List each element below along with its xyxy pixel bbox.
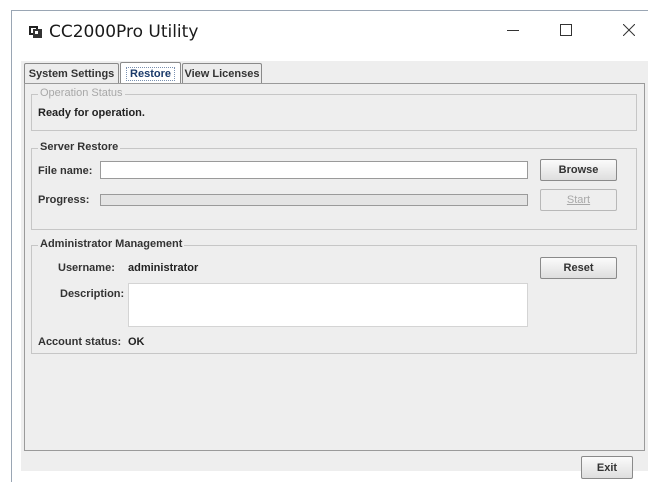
exit-button[interactable]: Exit [581,456,633,479]
tab-restore[interactable]: Restore [120,62,181,84]
file-name-label: File name: [38,165,93,177]
reset-button-label: Reset [563,262,594,274]
maximize-icon [560,23,572,41]
tab-label: System Settings [28,67,115,80]
tab-label: Restore [126,66,175,81]
operation-status-group: Operation Status Ready for operation. [31,87,637,131]
start-button[interactable]: Start [540,189,617,211]
description-label: Description: [60,288,125,300]
app-window: CC2000Pro Utility System Settings Restor… [11,10,648,482]
progress-label: Progress: [38,194,90,206]
client-area: System Settings Restore View Licenses Op… [21,61,648,479]
admin-management-legend: Administrator Management [38,238,185,250]
username-label: Username: [58,262,115,274]
tab-view-licenses[interactable]: View Licenses [182,63,262,83]
reset-button[interactable]: Reset [540,257,617,279]
server-restore-legend: Server Restore [38,141,121,153]
minimize-button[interactable] [490,15,536,49]
operation-status-legend: Operation Status [38,87,125,99]
tab-system-settings[interactable]: System Settings [24,63,119,83]
browse-button[interactable]: Browse [540,159,617,181]
description-textarea[interactable] [128,283,528,327]
file-name-input[interactable] [100,161,528,179]
admin-management-group: Administrator Management Username: admin… [31,238,637,354]
title-bar[interactable]: CC2000Pro Utility [12,11,648,53]
close-button[interactable] [606,15,648,49]
window-title: CC2000Pro Utility [49,22,199,42]
start-button-label: Start [566,194,591,206]
tab-label: View Licenses [184,67,260,80]
close-icon [622,23,636,41]
app-icon [28,24,43,39]
server-restore-group: Server Restore File name: Browse Progres… [31,141,637,230]
progress-bar [100,194,528,206]
username-value: administrator [128,262,199,274]
browse-button-label: Browse [558,164,599,176]
account-status-value: OK [128,336,145,348]
exit-button-label: Exit [596,461,618,474]
operation-status-text: Ready for operation. [38,107,145,119]
restore-panel: Operation Status Ready for operation. Se… [24,83,645,451]
minimize-icon [507,23,519,41]
account-status-label: Account status: [38,336,122,348]
maximize-button[interactable] [543,15,589,49]
